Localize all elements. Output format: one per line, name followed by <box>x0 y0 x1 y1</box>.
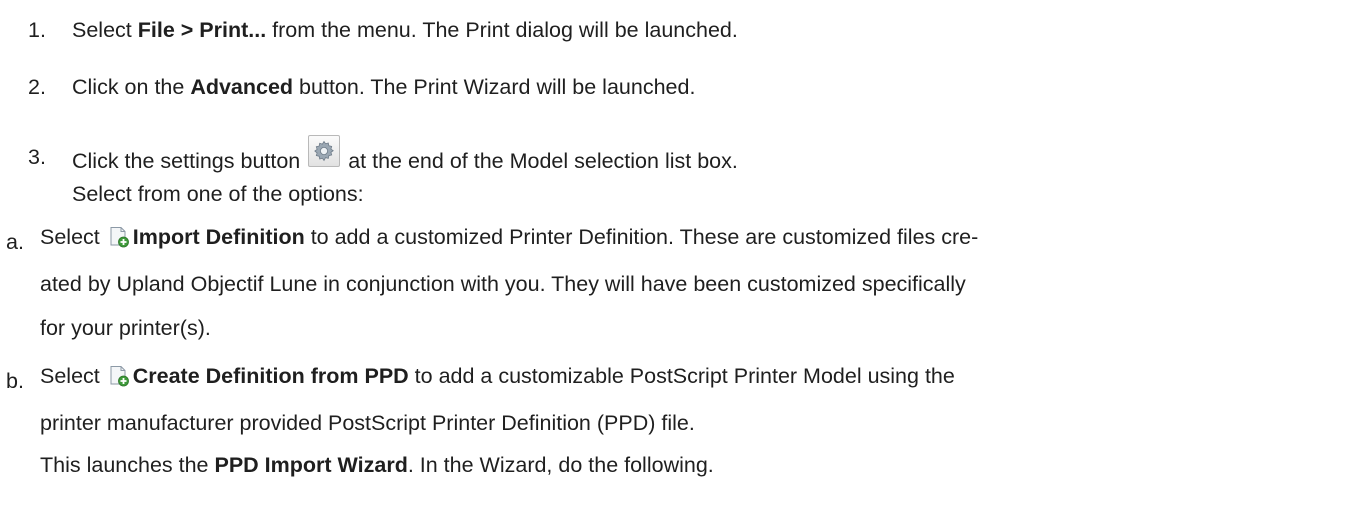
option-a-line-1: Select Import Definition to add a custom… <box>40 225 978 250</box>
step-2-post: button. The Print Wizard will be launche… <box>293 75 696 99</box>
step-1-pre: Select <box>72 18 138 42</box>
option-b-line-1: Select Create Definition from PPD to add… <box>40 364 955 389</box>
option-a-line-2: ated by Upland Objectif Lune in conjunct… <box>40 272 966 296</box>
option-a-pre: Select <box>40 225 106 249</box>
option-b-letter: b. <box>6 369 24 393</box>
step-2-bold: Advanced <box>190 75 294 99</box>
option-b-pre: Select <box>40 364 106 388</box>
option-a-line-3: for your printer(s). <box>40 316 211 340</box>
add-definition-icon <box>110 227 129 248</box>
option-a-letter: a. <box>6 230 24 254</box>
settings-gear-icon[interactable] <box>308 135 341 167</box>
step-2-text: Click on the Advanced button. The Print … <box>72 75 695 100</box>
option-a-bold: Import Definition <box>132 225 305 249</box>
step-3-pre: Click the settings button <box>72 149 307 173</box>
option-b-bold: Create Definition from PPD <box>132 364 409 388</box>
step-2-pre: Click on the <box>72 75 191 99</box>
step-2-number: 2. <box>28 75 46 99</box>
step-3-number: 3. <box>28 145 46 169</box>
option-b-text-1: to add a customizable PostScript Printer… <box>408 364 955 388</box>
add-definition-icon <box>110 366 129 387</box>
option-b-note-bold: PPD Import Wizard <box>214 453 408 477</box>
step-3-text: Click the settings button at the end of … <box>72 135 738 174</box>
option-b-note: This launches the PPD Import Wizard. In … <box>40 453 714 478</box>
step-1-post: from the menu. The Print dialog will be … <box>266 18 738 42</box>
option-b-note-post: . In the Wizard, do the following. <box>407 453 714 477</box>
step-1-text: Select File > Print... from the menu. Th… <box>72 18 738 43</box>
step-1-number: 1. <box>28 18 46 42</box>
option-b-note-pre: This launches the <box>40 453 215 477</box>
step-3-sub: Select from one of the options: <box>72 182 364 206</box>
step-3-post: at the end of the Model selection list b… <box>342 149 738 173</box>
step-1-bold: File > Print... <box>137 18 267 42</box>
option-a-text-1: to add a customized Printer Definition. … <box>304 225 979 249</box>
option-b-line-2: printer manufacturer provided PostScript… <box>40 411 695 435</box>
